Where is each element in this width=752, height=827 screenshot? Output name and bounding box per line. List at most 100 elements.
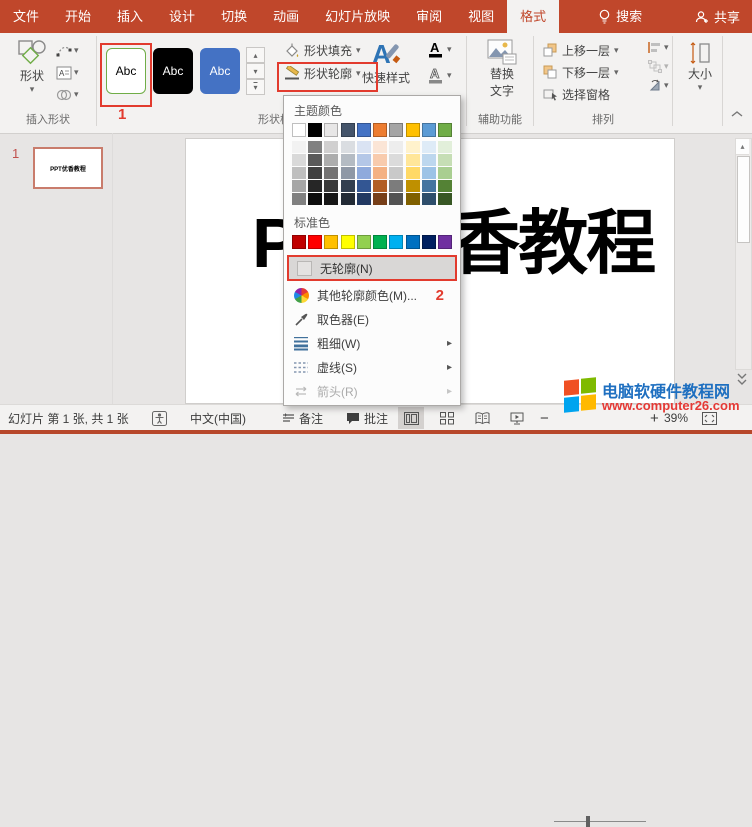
theme-color-swatch[interactable] bbox=[308, 123, 322, 137]
shape-fill-button[interactable]: 形状填充 ▾ bbox=[284, 42, 361, 59]
gallery-more-button[interactable]: ▾ bbox=[246, 79, 265, 95]
color-variant-swatch[interactable] bbox=[422, 167, 436, 179]
standard-color-swatch[interactable] bbox=[357, 235, 371, 249]
theme-color-swatch[interactable] bbox=[341, 123, 355, 137]
color-variant-swatch[interactable] bbox=[292, 141, 306, 153]
text-box-button[interactable]: A ▾ bbox=[56, 63, 88, 82]
shape-outline-button[interactable]: 形状轮廓 ▾ bbox=[284, 65, 361, 82]
menu-item-color-wheel[interactable]: 其他轮廓颜色(M)...2 bbox=[284, 283, 460, 307]
standard-color-swatch[interactable] bbox=[341, 235, 355, 249]
color-variant-swatch[interactable] bbox=[438, 180, 452, 192]
shape-style-preview-2[interactable]: Abc bbox=[153, 48, 193, 94]
theme-color-swatch[interactable] bbox=[406, 123, 420, 137]
text-outline-button[interactable]: A ▾ bbox=[428, 67, 452, 84]
color-variant-swatch[interactable] bbox=[341, 167, 355, 179]
theme-color-swatch[interactable] bbox=[373, 123, 387, 137]
color-variant-swatch[interactable] bbox=[406, 167, 420, 179]
color-variant-swatch[interactable] bbox=[341, 193, 355, 205]
color-variant-swatch[interactable] bbox=[341, 154, 355, 166]
shape-style-preview-3[interactable]: Abc bbox=[200, 48, 240, 94]
standard-color-swatch[interactable] bbox=[389, 235, 403, 249]
color-variant-swatch[interactable] bbox=[341, 180, 355, 192]
zoom-out-button[interactable]: − bbox=[540, 405, 549, 431]
color-variant-swatch[interactable] bbox=[389, 193, 403, 205]
color-variant-swatch[interactable] bbox=[292, 180, 306, 192]
slide-thumbnail[interactable]: PPT优香教程 bbox=[33, 147, 103, 189]
standard-color-swatch[interactable] bbox=[406, 235, 420, 249]
color-variant-swatch[interactable] bbox=[406, 193, 420, 205]
ribbon-tab-插入[interactable]: 插入 bbox=[104, 0, 156, 33]
theme-color-swatch[interactable] bbox=[438, 123, 452, 137]
color-variant-swatch[interactable] bbox=[292, 154, 306, 166]
quick-styles-button[interactable]: A 快速样式 bbox=[358, 39, 414, 86]
edit-shape-button[interactable]: ▾ bbox=[56, 41, 88, 60]
theme-color-swatch[interactable] bbox=[357, 123, 371, 137]
search-tab[interactable]: 搜索 bbox=[585, 0, 655, 33]
merge-shapes-button[interactable]: ▾ bbox=[56, 85, 88, 104]
color-variant-swatch[interactable] bbox=[292, 167, 306, 179]
color-variant-swatch[interactable] bbox=[389, 154, 403, 166]
align-objects-button[interactable]: ▾ bbox=[648, 41, 669, 54]
color-variant-swatch[interactable] bbox=[438, 193, 452, 205]
menu-item-dashes[interactable]: 虚线(S)▸ bbox=[284, 355, 460, 379]
arrange-item-1[interactable]: 上移一层▾ bbox=[543, 39, 619, 61]
color-variant-swatch[interactable] bbox=[324, 180, 338, 192]
vertical-scrollbar[interactable]: ▴ bbox=[735, 138, 752, 370]
group-objects-button[interactable]: ▾ bbox=[648, 60, 669, 73]
color-variant-swatch[interactable] bbox=[308, 180, 322, 192]
color-variant-swatch[interactable] bbox=[373, 193, 387, 205]
replace-text-button[interactable]: 替换 文字 bbox=[478, 39, 526, 99]
scrollbar-thumb[interactable] bbox=[737, 156, 750, 243]
zoom-slider-track[interactable] bbox=[554, 821, 646, 822]
text-fill-button[interactable]: A ▾ bbox=[428, 41, 452, 58]
color-variant-swatch[interactable] bbox=[324, 154, 338, 166]
color-variant-swatch[interactable] bbox=[422, 180, 436, 192]
color-variant-swatch[interactable] bbox=[406, 141, 420, 153]
no-outline-menu-item[interactable]: 无轮廓(N) bbox=[289, 257, 455, 279]
ribbon-tab-设计[interactable]: 设计 bbox=[156, 0, 208, 33]
ribbon-tab-开始[interactable]: 开始 bbox=[52, 0, 104, 33]
color-variant-swatch[interactable] bbox=[438, 167, 452, 179]
theme-color-swatch[interactable] bbox=[422, 123, 436, 137]
menu-item-line-weight[interactable]: 粗细(W)▸ bbox=[284, 331, 460, 355]
color-variant-swatch[interactable] bbox=[373, 180, 387, 192]
arrange-item-3[interactable]: 选择窗格 bbox=[543, 83, 619, 105]
menu-item-eyedropper[interactable]: 取色器(E) bbox=[284, 307, 460, 331]
standard-color-swatch[interactable] bbox=[438, 235, 452, 249]
zoom-slider-handle[interactable] bbox=[586, 816, 590, 827]
color-variant-swatch[interactable] bbox=[422, 193, 436, 205]
share-button[interactable]: 共享 bbox=[695, 0, 740, 33]
next-slide-button[interactable] bbox=[736, 372, 750, 388]
comments-button[interactable]: 批注 bbox=[346, 405, 388, 431]
color-variant-swatch[interactable] bbox=[373, 167, 387, 179]
color-variant-swatch[interactable] bbox=[389, 180, 403, 192]
ribbon-tab-文件[interactable]: 文件 bbox=[0, 0, 52, 33]
color-variant-swatch[interactable] bbox=[373, 141, 387, 153]
color-variant-swatch[interactable] bbox=[438, 141, 452, 153]
size-button[interactable]: 大小 ▾ bbox=[682, 41, 718, 93]
color-variant-swatch[interactable] bbox=[308, 193, 322, 205]
color-variant-swatch[interactable] bbox=[357, 193, 371, 205]
color-variant-swatch[interactable] bbox=[308, 154, 322, 166]
color-variant-swatch[interactable] bbox=[438, 154, 452, 166]
gallery-scroll-up-button[interactable]: ▴ bbox=[246, 47, 265, 63]
color-variant-swatch[interactable] bbox=[357, 167, 371, 179]
color-variant-swatch[interactable] bbox=[324, 193, 338, 205]
menu-item-arrows[interactable]: 箭头(R)▸ bbox=[284, 379, 460, 403]
color-variant-swatch[interactable] bbox=[357, 154, 371, 166]
color-variant-swatch[interactable] bbox=[357, 141, 371, 153]
view-reading-button[interactable] bbox=[469, 407, 495, 429]
standard-color-swatch[interactable] bbox=[308, 235, 322, 249]
view-normal-button[interactable] bbox=[398, 407, 424, 429]
accessibility-checker-icon[interactable] bbox=[152, 405, 167, 431]
fit-to-window-button[interactable] bbox=[696, 407, 722, 429]
notes-button[interactable]: 备注 bbox=[282, 405, 323, 431]
color-variant-swatch[interactable] bbox=[389, 167, 403, 179]
color-variant-swatch[interactable] bbox=[406, 154, 420, 166]
zoom-level[interactable]: 39% bbox=[664, 405, 688, 431]
ribbon-tab-幻灯片放映[interactable]: 幻灯片放映 bbox=[312, 0, 403, 33]
color-variant-swatch[interactable] bbox=[422, 154, 436, 166]
color-variant-swatch[interactable] bbox=[324, 167, 338, 179]
view-slideshow-button[interactable] bbox=[504, 407, 530, 429]
shape-style-preview-1[interactable]: Abc bbox=[106, 48, 146, 94]
